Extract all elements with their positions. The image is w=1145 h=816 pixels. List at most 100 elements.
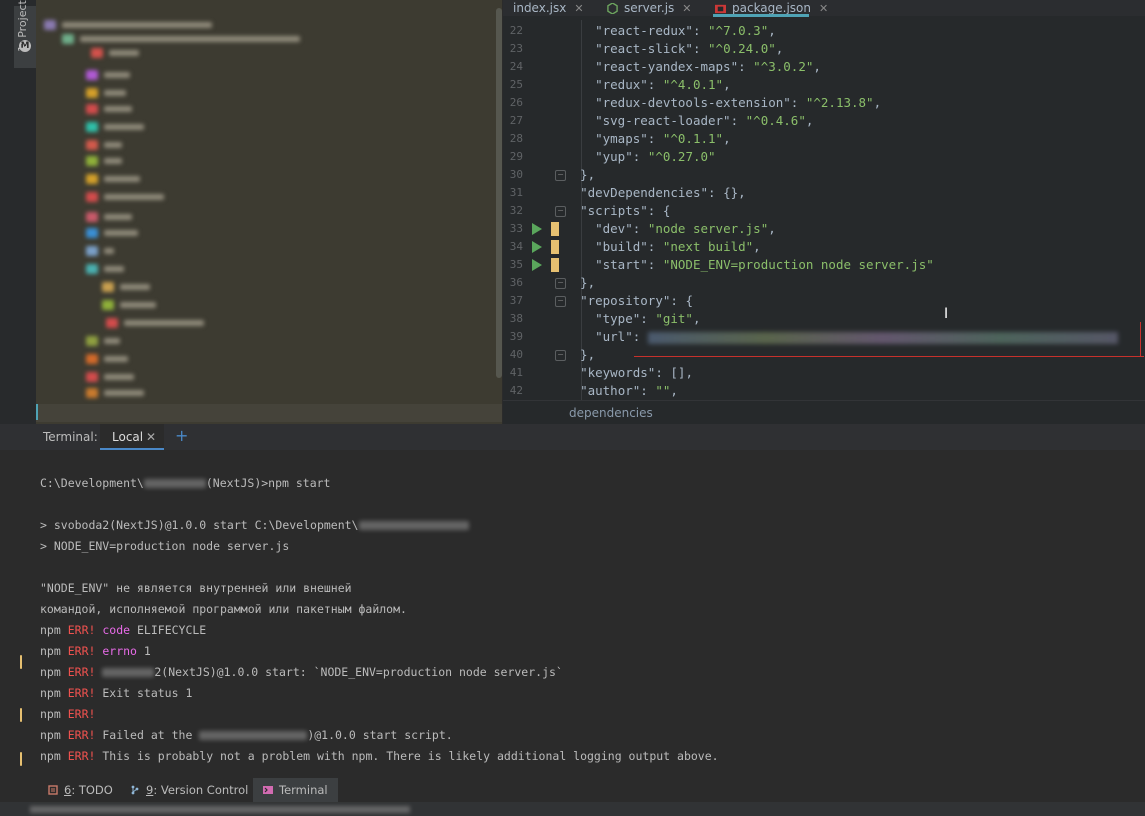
project-tree[interactable] bbox=[36, 0, 502, 424]
code-line: "type": "git", bbox=[595, 311, 701, 326]
close-icon[interactable]: ✕ bbox=[146, 430, 156, 444]
line-number: 27 bbox=[509, 114, 523, 127]
tree-item[interactable] bbox=[86, 104, 132, 114]
tree-item[interactable] bbox=[86, 88, 126, 98]
redacted-filename bbox=[80, 36, 300, 42]
add-session-icon[interactable]: + bbox=[175, 426, 188, 445]
tree-caret bbox=[36, 404, 38, 420]
line-number: 38 bbox=[509, 312, 523, 325]
tab-label: server.js bbox=[624, 1, 675, 15]
line-number: 33 bbox=[509, 222, 523, 235]
file-icon bbox=[86, 264, 98, 274]
close-icon[interactable]: ✕ bbox=[819, 2, 828, 15]
branch-icon bbox=[131, 785, 139, 795]
line-number: 35 bbox=[509, 258, 523, 271]
tree-item[interactable] bbox=[102, 282, 150, 292]
close-icon[interactable]: ✕ bbox=[574, 2, 583, 15]
project-tree-scrollbar[interactable] bbox=[496, 8, 502, 378]
tree-item[interactable] bbox=[86, 212, 132, 222]
terminal-tab-label[interactable]: Local bbox=[112, 430, 143, 444]
terminal-line: npm ERR! This is probably not a problem … bbox=[40, 749, 719, 763]
file-icon bbox=[86, 354, 98, 364]
tree-selected-row[interactable] bbox=[36, 404, 502, 422]
line-number: 30 bbox=[509, 168, 523, 181]
code-line: "dev": "node server.js", bbox=[595, 221, 776, 236]
file-icon bbox=[86, 156, 98, 166]
tree-item[interactable] bbox=[86, 192, 164, 202]
run-script-icon[interactable] bbox=[532, 223, 542, 235]
redacted-url bbox=[647, 331, 1118, 344]
file-icon bbox=[86, 122, 98, 132]
terminal-output[interactable]: C:\Development\ (NextJS)>npm start > svob… bbox=[0, 450, 1145, 776]
redacted-filename bbox=[104, 248, 114, 254]
line-number: 31 bbox=[509, 186, 523, 199]
tree-item[interactable] bbox=[86, 246, 114, 256]
terminal-line: npm ERR! Exit status 1 bbox=[40, 686, 193, 700]
tree-item[interactable] bbox=[86, 140, 122, 150]
redacted-text bbox=[143, 479, 206, 488]
change-marker bbox=[551, 222, 559, 236]
line-number: 26 bbox=[509, 96, 523, 109]
tree-item[interactable] bbox=[44, 20, 212, 30]
tree-item[interactable] bbox=[86, 228, 138, 238]
code-line: "ymaps": "^0.1.1", bbox=[595, 131, 731, 146]
line-number: 22 bbox=[509, 24, 523, 37]
code-line: "url": bbox=[565, 328, 1118, 346]
tab-index-jsx[interactable]: index.jsx ✕ bbox=[513, 0, 584, 16]
terminal-icon bbox=[263, 786, 273, 794]
code-line: "react-slick": "^0.24.0", bbox=[595, 41, 784, 56]
project-tab-label[interactable]: 1: Project bbox=[16, 0, 29, 52]
terminal-line: npm ERR! code ELIFECYCLE bbox=[40, 623, 207, 637]
tree-item[interactable] bbox=[91, 48, 139, 58]
tree-item[interactable] bbox=[86, 70, 130, 80]
breadcrumb[interactable]: dependencies bbox=[569, 406, 653, 420]
terminal-line: > NODE_ENV=production node server.js bbox=[40, 539, 290, 553]
file-icon bbox=[86, 212, 98, 222]
code-line: "redux-devtools-extension": "^2.13.8", bbox=[595, 95, 882, 110]
tab-server-js[interactable]: server.js ✕ bbox=[607, 0, 692, 16]
file-icon bbox=[86, 388, 98, 398]
line-number: 25 bbox=[509, 78, 523, 91]
tree-item[interactable] bbox=[106, 318, 204, 328]
terminal-line: C:\Development\ (NextJS)>npm start bbox=[40, 476, 331, 490]
redacted-filename bbox=[120, 302, 156, 308]
redacted-filename bbox=[104, 106, 132, 112]
tree-item[interactable] bbox=[62, 34, 300, 44]
code-line: "react-yandex-maps": "^3.0.2", bbox=[595, 59, 821, 74]
code-line: "author": "", bbox=[580, 383, 678, 398]
tree-item[interactable] bbox=[86, 336, 120, 346]
tree-item[interactable] bbox=[86, 174, 140, 184]
file-icon bbox=[91, 48, 103, 58]
file-icon bbox=[106, 318, 118, 328]
terminal-line: npm ERR! errno 1 bbox=[40, 644, 151, 658]
line-number: 41 bbox=[509, 366, 523, 379]
line-number: 42 bbox=[509, 384, 523, 397]
tab-terminal[interactable]: Terminal bbox=[253, 778, 338, 802]
close-icon[interactable]: ✕ bbox=[682, 2, 691, 15]
tab-version-control[interactable]: 9: Version Control bbox=[120, 778, 258, 802]
tree-item[interactable] bbox=[86, 264, 124, 274]
change-marker bbox=[551, 240, 559, 254]
code-line: "repository": { bbox=[580, 293, 693, 308]
tree-item[interactable] bbox=[86, 388, 144, 398]
redacted-filename bbox=[104, 124, 144, 130]
code-editor[interactable]: index.jsx ✕ server.js ✕ package.json ✕ 2… bbox=[503, 0, 1145, 425]
tab-todo[interactable]: 6: TODO bbox=[38, 778, 123, 802]
tree-item[interactable] bbox=[86, 122, 144, 132]
redacted-filename bbox=[104, 72, 130, 78]
run-script-icon[interactable] bbox=[532, 241, 542, 253]
editor-gutter: 22 23 24 25 26 27 28 29 30−31 32−33 34 35 36−37−38 39… bbox=[503, 16, 566, 406]
redacted-filename bbox=[120, 284, 150, 290]
tree-item[interactable] bbox=[86, 354, 128, 364]
file-icon bbox=[86, 70, 98, 80]
code-line: "svg-react-loader": "^0.4.6", bbox=[595, 113, 814, 128]
terminal-line: npm ERR! Failed at the )@1.0.0 start scr… bbox=[40, 728, 453, 742]
left-tool-strip: M 1: Project bbox=[0, 0, 37, 430]
tree-item[interactable] bbox=[86, 372, 134, 382]
run-script-icon[interactable] bbox=[532, 259, 542, 271]
tree-item[interactable] bbox=[102, 300, 156, 310]
tree-item[interactable] bbox=[86, 156, 122, 166]
redacted-filename bbox=[104, 194, 164, 200]
status-message bbox=[30, 806, 410, 813]
file-icon bbox=[86, 228, 98, 238]
